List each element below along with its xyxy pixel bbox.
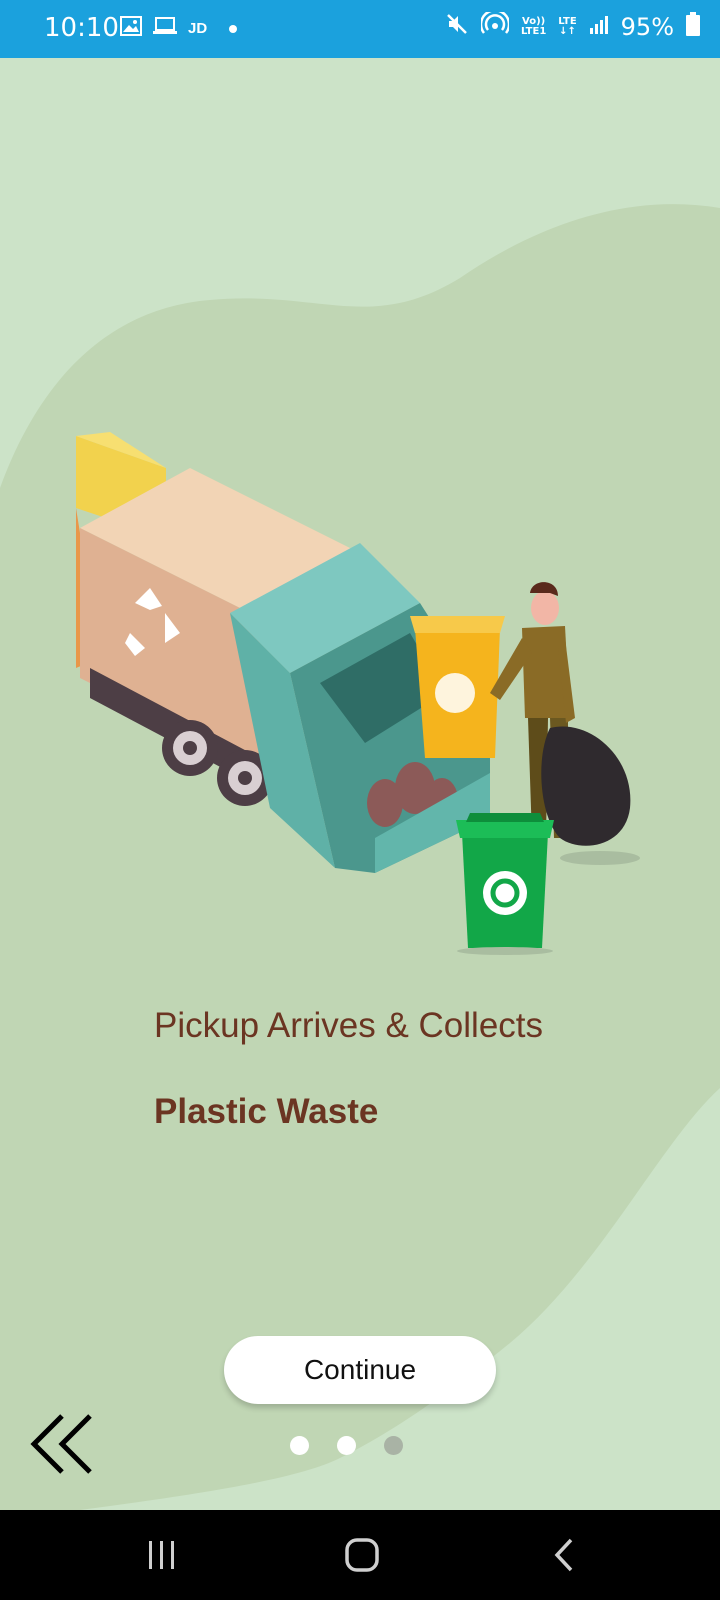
onboarding-screen: Pickup Arrives & Collects Plastic Waste … (0, 58, 720, 1510)
page-indicator (290, 1436, 403, 1455)
status-system-icons: Vo)) LTE1 LTE ↓↑ 95% (445, 9, 700, 42)
volte-bottom: LTE1 (520, 26, 547, 37)
page-dot[interactable] (290, 1436, 309, 1455)
onboarding-title: Pickup Arrives & Collects (154, 1006, 544, 1045)
recents-button[interactable] (132, 1532, 192, 1578)
continue-button[interactable]: Continue (224, 1336, 496, 1404)
status-notification-icons: JD (120, 16, 238, 41)
back-button[interactable] (28, 1412, 98, 1476)
gallery-icon (120, 16, 142, 41)
navigation-bar (0, 1510, 720, 1600)
data-arrows-icon: ↓↑ (559, 26, 576, 37)
garbage-truck-illustration (76, 432, 640, 955)
page-dot-active[interactable] (384, 1436, 403, 1455)
back-nav-button[interactable] (534, 1532, 594, 1578)
carrier-badge: JD (188, 20, 208, 37)
hotspot-icon (479, 9, 511, 42)
double-chevron-left-icon (30, 1414, 92, 1474)
signal-icon (589, 13, 609, 41)
notification-dot-icon (229, 24, 238, 33)
lte-indicator: LTE ↓↑ (558, 17, 576, 37)
battery-icon (686, 12, 700, 42)
page-dot[interactable] (337, 1436, 356, 1455)
home-button[interactable] (332, 1532, 392, 1578)
back-icon (554, 1538, 573, 1572)
laptop-icon (152, 16, 178, 41)
recents-icon (149, 1541, 174, 1569)
volte-indicator: Vo)) LTE1 (521, 17, 546, 37)
mute-icon (445, 12, 469, 42)
battery-percent: 95% (620, 13, 674, 41)
home-icon (345, 1538, 379, 1572)
onboarding-subtitle: Plastic Waste (154, 1092, 379, 1131)
status-bar: 10:10 JD Vo)) LTE1 LTE ↓↑ 95% (0, 0, 720, 58)
status-time: 10:10 (44, 13, 119, 43)
